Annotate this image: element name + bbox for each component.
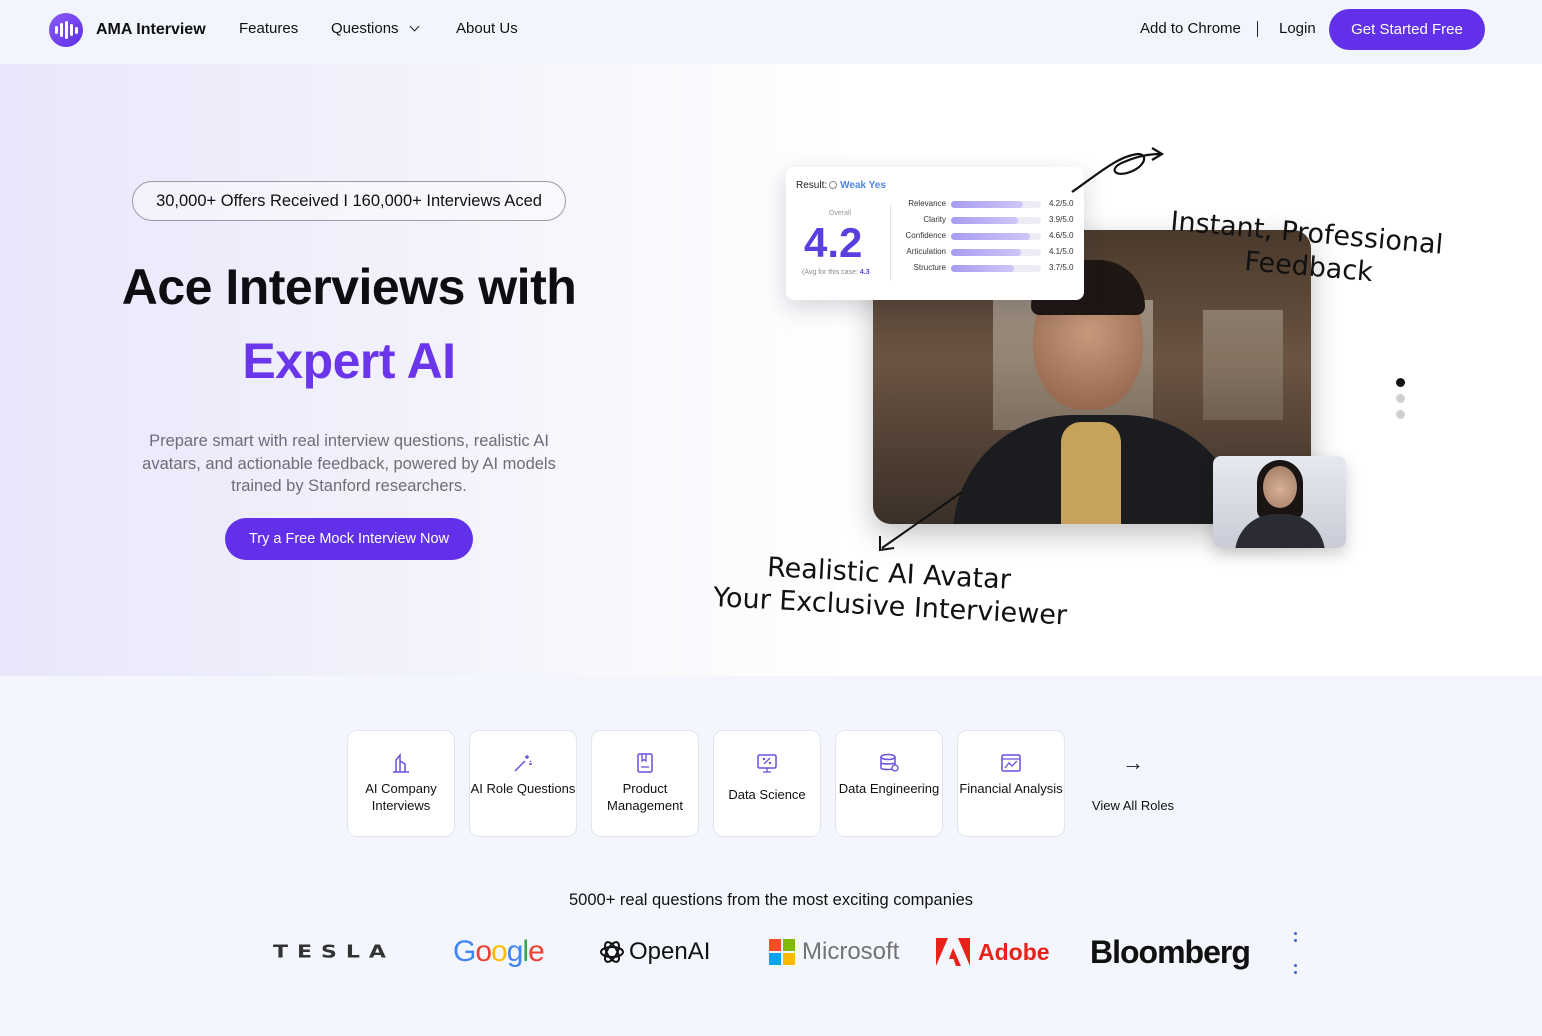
- result-card: Result: Weak Yes Overall 4.2 (Avg for thi…: [786, 167, 1084, 300]
- nav-divider: [1257, 21, 1258, 37]
- more-logos-indicator: [1294, 932, 1297, 976]
- metric-value: 4.1/5.0: [1049, 247, 1074, 256]
- overall-score: 4.2: [804, 219, 863, 266]
- metric-value: 4.6/5.0: [1049, 231, 1074, 240]
- metric-label: Clarity: [923, 215, 946, 224]
- chevron-down-icon: [409, 21, 419, 32]
- role-label: AI Company Interviews: [365, 781, 437, 813]
- building-icon: [393, 752, 409, 773]
- nav-about-us[interactable]: About Us: [456, 20, 518, 37]
- microsoft-squares-icon: [769, 939, 795, 965]
- info-icon: [829, 181, 838, 189]
- view-all-label: View All Roles: [1091, 798, 1175, 813]
- arrow-right-icon: →: [1122, 750, 1144, 775]
- login-link[interactable]: Login: [1279, 20, 1316, 37]
- metric-row: Relevance 4.2/5.0: [890, 198, 1080, 210]
- metric-row: Confidence 4.6/5.0: [890, 230, 1080, 242]
- book-icon: [637, 753, 653, 773]
- role-card-ai-role[interactable]: AI Role Questions: [469, 730, 577, 837]
- metric-label: Confidence: [905, 231, 946, 240]
- result-header: Result: Weak Yes: [796, 180, 886, 191]
- nav-questions-label: Questions: [331, 20, 399, 37]
- metric-row: Articulation 4.1/5.0: [890, 246, 1080, 258]
- carousel-dot-3[interactable]: [1396, 410, 1405, 419]
- metric-label: Articulation: [906, 247, 946, 256]
- arrow-to-feedback: [1071, 147, 1165, 193]
- role-card-data-engineering[interactable]: Data Engineering: [835, 730, 943, 837]
- role-card-data-science[interactable]: Data Science: [713, 730, 821, 837]
- bloomberg-logo: Bloomberg: [1090, 933, 1251, 970]
- adobe-logo: Adobe: [936, 930, 1050, 974]
- avg-score-note: (Avg for this case: 4.3: [802, 269, 870, 276]
- arrow-to-avatar: [879, 491, 963, 552]
- role-cards: AI Company Interviews AI Role Questions …: [347, 730, 1187, 837]
- hero-description: Prepare smart with real interview questi…: [142, 432, 556, 495]
- adobe-a-icon: [936, 938, 970, 966]
- database-icon: [880, 753, 899, 772]
- brand-name: AMA Interview: [96, 21, 206, 38]
- get-started-button[interactable]: Get Started Free: [1329, 9, 1485, 50]
- carousel-dot-1[interactable]: [1396, 378, 1405, 387]
- metric-bar: [951, 265, 1041, 272]
- add-to-chrome-link[interactable]: Add to Chrome: [1140, 20, 1241, 37]
- nav-questions[interactable]: Questions: [331, 20, 419, 37]
- stats-badge: 30,000+ Offers Received I 160,000+ Inter…: [132, 181, 566, 221]
- chart-window-icon: [1001, 754, 1021, 772]
- nav-features[interactable]: Features: [239, 20, 298, 37]
- metric-bar: [951, 201, 1041, 208]
- openai-logo: OpenAI: [598, 930, 710, 974]
- hero-title-line1: Ace Interviews with: [121, 259, 577, 315]
- role-label: Product Management: [607, 781, 683, 813]
- metric-bar-fill: [951, 265, 1015, 272]
- monitor-percent-icon: [757, 754, 777, 773]
- carousel-dots: [1396, 378, 1405, 426]
- metric-row: Clarity 3.9/5.0: [890, 214, 1080, 226]
- role-card-financial-analysis[interactable]: Financial Analysis: [957, 730, 1065, 837]
- metric-value: 4.2/5.0: [1049, 199, 1074, 208]
- metric-value: 3.7/5.0: [1049, 263, 1074, 272]
- role-label: AI Role Questions: [470, 781, 576, 796]
- magic-wand-icon: [514, 755, 532, 772]
- metric-bar: [951, 249, 1041, 256]
- openai-knot-icon: [600, 941, 624, 963]
- metric-label: Relevance: [908, 199, 946, 208]
- metric-row: Structure 3.7/5.0: [890, 262, 1080, 274]
- tesla-logo: TESLA: [273, 942, 395, 962]
- role-card-product-management[interactable]: Product Management: [591, 730, 699, 837]
- top-nav: AMA Interview Features Questions About U…: [0, 0, 1542, 64]
- companies-tagline: 5000+ real questions from the most excit…: [568, 891, 973, 909]
- try-mock-interview-button[interactable]: Try a Free Mock Interview Now: [225, 518, 473, 560]
- metric-bar-fill: [951, 249, 1022, 256]
- hero-title-line2: Expert AI: [242, 333, 456, 389]
- overall-label: Overall: [828, 210, 852, 217]
- metric-bar-fill: [951, 201, 1023, 208]
- metric-bar: [951, 233, 1041, 240]
- carousel-dot-2[interactable]: [1396, 394, 1405, 403]
- metric-value: 3.9/5.0: [1049, 215, 1074, 224]
- result-verdict: Weak Yes: [840, 180, 886, 191]
- view-all-roles-link[interactable]: → View All Roles: [1079, 730, 1187, 837]
- metric-bar: [951, 217, 1041, 224]
- brand-logo[interactable]: AMA Interview: [49, 13, 206, 47]
- role-label: Data Engineering: [838, 781, 940, 796]
- metric-bar-fill: [951, 217, 1018, 224]
- role-label: Data Science: [728, 787, 806, 802]
- google-logo: Google: [453, 935, 545, 968]
- role-card-ai-company[interactable]: AI Company Interviews: [347, 730, 455, 837]
- microsoft-logo: Microsoft: [769, 930, 899, 974]
- candidate-video-thumbnail: [1213, 456, 1346, 548]
- metric-label: Structure: [913, 263, 946, 272]
- result-label: Result:: [796, 180, 828, 191]
- metric-bar-fill: [951, 233, 1030, 240]
- role-label: Financial Analysis: [959, 781, 1063, 796]
- company-logos: TESLA Google OpenAI Microsoft Adobe Bloo…: [0, 930, 1542, 974]
- waveform-icon: [49, 13, 83, 47]
